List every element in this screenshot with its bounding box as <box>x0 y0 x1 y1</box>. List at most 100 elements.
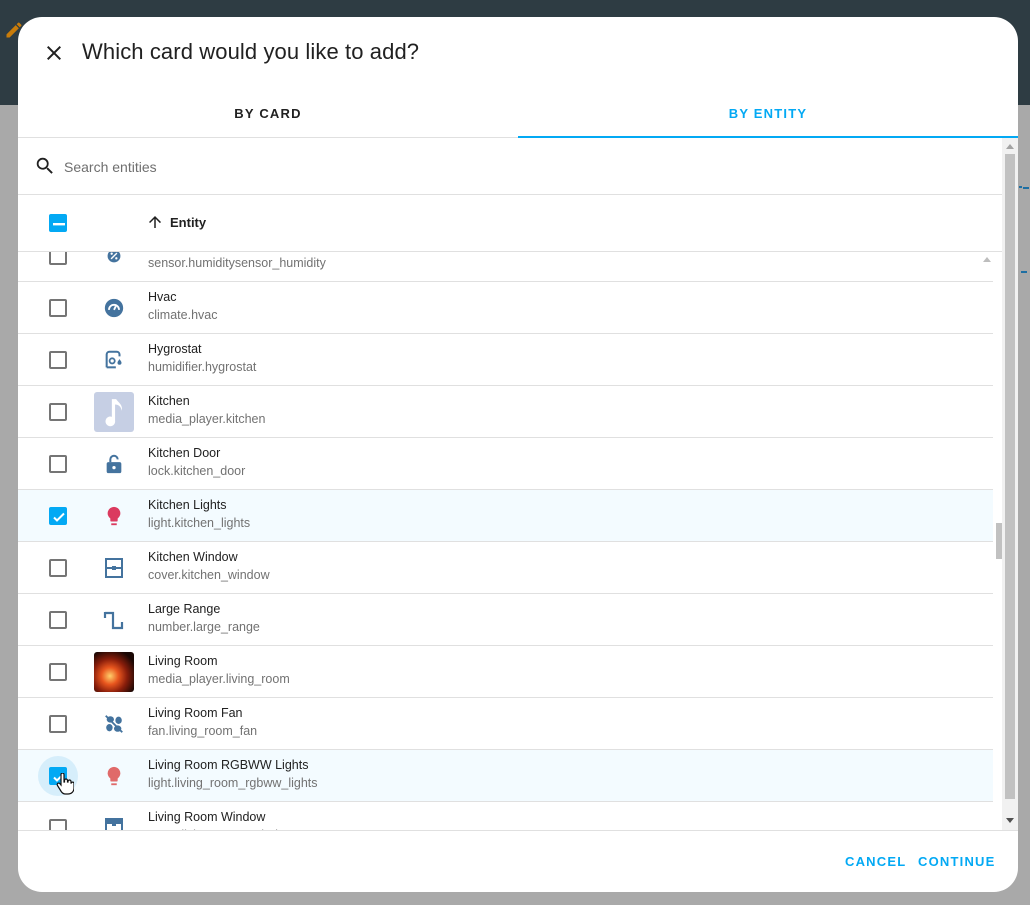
tab-bar: BY CARD BY ENTITY <box>18 89 1018 138</box>
entity-id: lock.kitchen_door <box>148 464 246 478</box>
entity-id: sensor.humiditysensor_humidity <box>148 256 326 270</box>
entity-id: media_player.kitchen <box>148 412 266 426</box>
entity-id: climate.hvac <box>148 308 218 322</box>
table-row[interactable]: Kitchen Lights light.kitchen_lights <box>18 490 993 542</box>
background-decoration <box>1021 271 1027 273</box>
entity-icon <box>94 756 134 796</box>
row-checkbox[interactable] <box>49 819 67 830</box>
entity-icon <box>94 600 134 640</box>
tab-by-card[interactable]: BY CARD <box>18 89 518 137</box>
table-row[interactable]: Living Room RGBWW Lights light.living_ro… <box>18 750 993 802</box>
entity-id: humidifier.hygrostat <box>148 360 257 374</box>
table-row[interactable]: Large Range number.large_range <box>18 594 993 646</box>
row-checkbox[interactable] <box>49 299 67 317</box>
table-row[interactable]: Living Room media_player.living_room <box>18 646 993 698</box>
entity-id: fan.living_room_fan <box>148 724 258 738</box>
entity-name: Living Room Window <box>148 810 266 824</box>
row-checkbox[interactable] <box>49 611 67 629</box>
entity-id: cover.kitchen_window <box>148 568 270 582</box>
fireplace-thumbnail <box>94 652 134 692</box>
entity-name: Hygrostat <box>148 342 202 356</box>
water-percent-icon <box>107 252 121 263</box>
entity-name: Kitchen Window <box>148 550 238 564</box>
search-input[interactable] <box>64 152 944 182</box>
entity-icon <box>94 808 134 830</box>
table-row[interactable]: sensor.humiditysensor_humidity <box>18 252 993 282</box>
music-note-icon <box>105 399 122 427</box>
lightbulb-icon <box>107 766 121 786</box>
dialog-title: Which card would you like to add? <box>82 39 420 64</box>
column-label: Entity <box>170 214 207 230</box>
entity-icon <box>94 652 134 692</box>
row-checkbox[interactable] <box>49 559 67 577</box>
entity-icon <box>94 496 134 536</box>
search-icon <box>36 157 53 174</box>
entity-id: number.large_range <box>148 620 260 634</box>
row-checkbox[interactable] <box>49 455 67 473</box>
air-humidifier-icon <box>105 350 122 369</box>
arrow-up-icon <box>149 216 161 228</box>
entity-icon <box>94 548 134 588</box>
table-row[interactable]: Kitchen Window cover.kitchen_window <box>18 542 993 594</box>
thermostat-icon <box>104 298 124 318</box>
ray-vertex-icon <box>103 611 124 630</box>
window-closed-icon <box>105 558 123 578</box>
background-decoration <box>1019 186 1022 188</box>
entity-icon <box>94 340 134 380</box>
row-checkbox[interactable] <box>49 663 67 681</box>
scroll-up-arrow-icon[interactable] <box>983 256 991 262</box>
fan-off-icon <box>105 715 123 733</box>
background-decoration <box>1023 187 1029 189</box>
add-card-dialog: Which card would you like to add? BY CAR… <box>18 17 1018 892</box>
entity-rows: sensor.humiditysensor_humidity Hvac clim… <box>18 252 993 830</box>
row-checkbox[interactable] <box>49 252 67 265</box>
continue-button[interactable]: CONTINUE <box>918 854 996 869</box>
entity-icon <box>94 704 134 744</box>
entity-id: light.living_room_rgbww_lights <box>148 776 318 790</box>
lock-open-icon <box>106 454 122 474</box>
hand-pointer-cursor-icon <box>56 773 74 795</box>
entity-id: media_player.living_room <box>148 672 290 686</box>
music-note-thumbnail <box>94 392 134 432</box>
search-bar <box>18 138 1002 195</box>
close-icon <box>47 46 61 60</box>
table-row[interactable]: Hygrostat humidifier.hygrostat <box>18 334 993 386</box>
entity-name: Large Range <box>148 602 221 616</box>
entity-icon <box>94 444 134 484</box>
entity-id: light.kitchen_lights <box>148 516 251 530</box>
table-row[interactable]: Hvac climate.hvac <box>18 282 993 334</box>
entity-icon <box>94 392 134 432</box>
entity-name: Kitchen Lights <box>148 498 227 512</box>
row-checkbox[interactable] <box>49 715 67 733</box>
table-header: Entity <box>18 195 1002 252</box>
entity-name: Living Room Fan <box>148 706 243 720</box>
row-checkbox[interactable] <box>49 351 67 369</box>
entity-name: Living Room <box>148 654 218 668</box>
minus-icon <box>53 223 65 226</box>
entity-name: Kitchen Door <box>148 446 221 460</box>
row-checkbox[interactable] <box>49 507 67 525</box>
checkmark-icon <box>53 512 65 522</box>
row-checkbox[interactable] <box>49 403 67 421</box>
scroll-down-icon[interactable] <box>1006 818 1014 824</box>
lightbulb-icon <box>107 506 121 526</box>
entity-name: Kitchen <box>148 394 190 408</box>
dialog-footer: CANCEL CONTINUE <box>18 830 1018 892</box>
scrollbar-thumb[interactable] <box>1005 154 1015 799</box>
cancel-button[interactable]: CANCEL <box>845 854 906 869</box>
table-row[interactable]: Kitchen Door lock.kitchen_door <box>18 438 993 490</box>
entity-name: Hvac <box>148 290 177 304</box>
entity-icon <box>94 288 134 328</box>
tab-by-entity[interactable]: BY ENTITY <box>518 89 1018 138</box>
table-row[interactable]: Living Room Window cover.living_room_win… <box>18 802 993 830</box>
scroll-up-icon[interactable] <box>1006 143 1014 149</box>
close-button[interactable] <box>38 37 70 69</box>
dialog-scrollbar[interactable] <box>1002 138 1018 830</box>
entity-column-header[interactable]: Entity <box>146 213 206 231</box>
window-open-icon <box>105 818 123 830</box>
table-row[interactable]: Living Room Fan fan.living_room_fan <box>18 698 993 750</box>
table-row[interactable]: Kitchen media_player.kitchen <box>18 386 993 438</box>
entity-table: Entity sensor.humiditysensor_humidity <box>18 138 1002 830</box>
select-all-checkbox[interactable] <box>49 214 67 232</box>
entity-name: Living Room RGBWW Lights <box>148 758 309 772</box>
